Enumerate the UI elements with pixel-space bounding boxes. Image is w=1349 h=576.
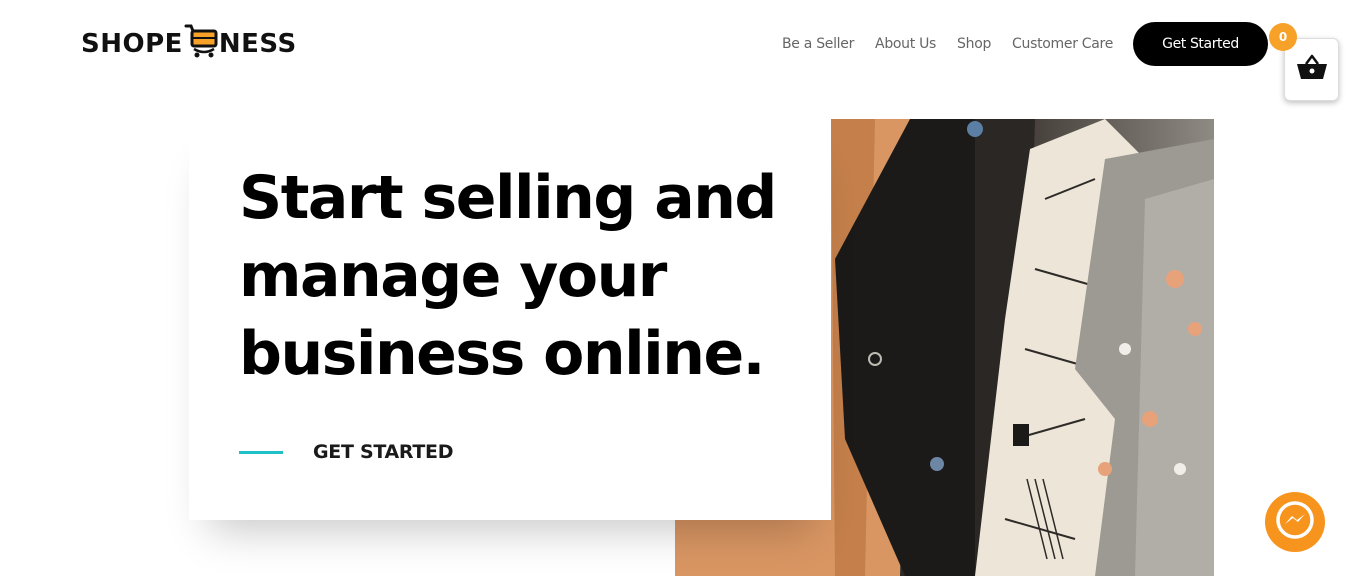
nav-item-customer-care[interactable]: Customer Care <box>1012 36 1113 52</box>
hero-card: Start selling and manage your business o… <box>189 119 831 520</box>
shopping-cart-icon <box>184 22 218 60</box>
hero-title: Start selling and manage your business o… <box>239 163 777 389</box>
hero-get-started-link[interactable]: GET STARTED <box>239 441 454 463</box>
basket-icon <box>1296 54 1328 85</box>
brand-logo[interactable]: SHOPE NESS <box>81 22 297 66</box>
messenger-icon <box>1273 498 1317 547</box>
hero-link-label: GET STARTED <box>313 441 454 463</box>
get-started-button[interactable]: Get Started <box>1133 22 1268 66</box>
nav-item-be-a-seller[interactable]: Be a Seller <box>782 36 854 52</box>
brand-name-left: SHOPE <box>81 29 183 59</box>
accent-line <box>239 450 283 454</box>
messenger-chat-button[interactable] <box>1265 492 1325 552</box>
cart-count-badge: 0 <box>1269 23 1297 51</box>
nav-item-shop[interactable]: Shop <box>957 36 991 52</box>
nav-item-about-us[interactable]: About Us <box>875 36 936 52</box>
main-nav: Be a Seller About Us Shop Customer Care <box>782 22 1134 66</box>
brand-name-right: NESS <box>218 29 297 59</box>
